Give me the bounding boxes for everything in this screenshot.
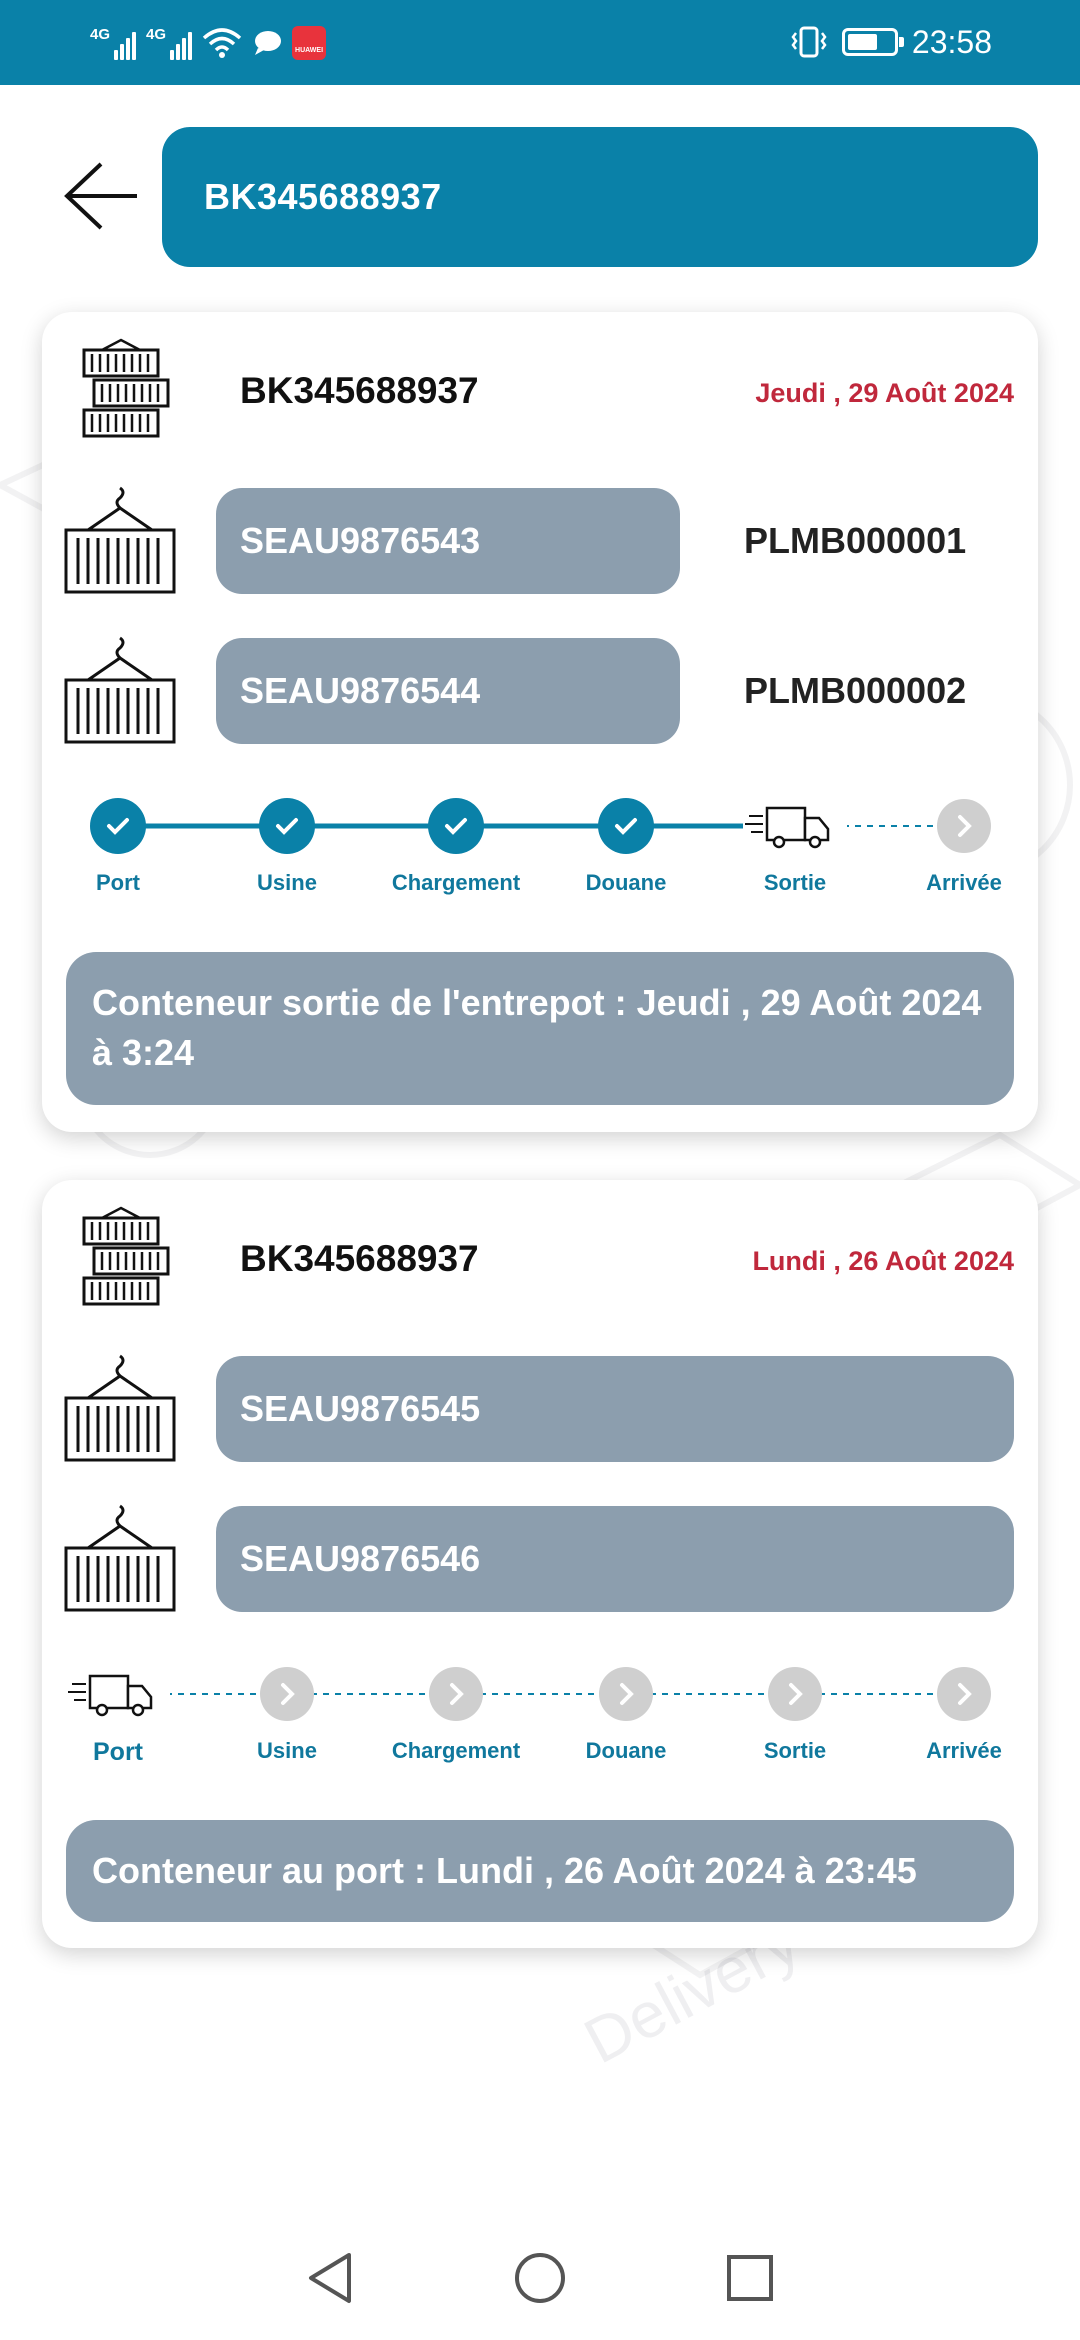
step-done-check-icon	[428, 798, 484, 854]
seal-number: PLMB000001	[744, 520, 967, 561]
step-label: Usine	[257, 1738, 317, 1763]
progress-track-graphic	[66, 1666, 991, 1722]
progress-tracker: Port Usine Chargement Douane Sortie Arrivée	[42, 1644, 1038, 1766]
status-text: Conteneur sortie de l'entrepot : Jeudi ,…	[92, 982, 982, 1074]
shipment-card[interactable]: BK345688937 Jeudi , 29 Août 2024 SEAU987…	[42, 312, 1038, 1132]
step-pending-chevron-icon	[937, 799, 991, 853]
container-number-pill: SEAU9876543	[216, 488, 680, 594]
home-circle-icon	[515, 2252, 565, 2303]
huawei-app-icon: HUAWEI	[292, 26, 327, 60]
step-label: Port	[96, 870, 140, 895]
booking-search-value: BK345688937	[204, 176, 442, 217]
shipment-date: Lundi , 26 Août 2024	[752, 1246, 1014, 1276]
progress-track-graphic	[90, 798, 991, 854]
status-left: 4G 4G HUAWEI	[90, 22, 327, 64]
step-label: Douane	[585, 1738, 667, 1763]
container-crane-icon	[64, 486, 176, 594]
status-text: Conteneur au port : Lundi , 26 Août 2024…	[92, 1850, 917, 1891]
shipment-date: Jeudi , 29 Août 2024	[755, 378, 1014, 408]
recents-square-icon	[727, 2254, 773, 2301]
container-number-pill: SEAU9876545	[216, 1356, 1014, 1462]
step-pending-chevron-icon	[599, 1667, 653, 1721]
arrow-left-icon	[64, 162, 137, 230]
step-label: Chargement	[391, 870, 521, 895]
step-pending-chevron-icon	[429, 1667, 483, 1721]
step-label: Sortie	[763, 870, 827, 895]
step-label: Douane	[585, 870, 667, 895]
step-label: Usine	[257, 870, 317, 895]
status-message: Conteneur au port : Lundi , 26 Août 2024…	[66, 1820, 1014, 1923]
nav-back-button[interactable]	[300, 2248, 360, 2308]
signal-sim2-icon: 4G	[146, 26, 193, 60]
container-crane-icon	[64, 636, 176, 744]
step-done-check-icon	[598, 798, 654, 854]
nav-home-button[interactable]	[510, 2248, 570, 2308]
back-triangle-icon	[309, 2252, 351, 2303]
wifi-icon	[202, 28, 242, 58]
step-label: Arrivée	[926, 870, 1002, 895]
sim1-label: 4G	[90, 26, 111, 43]
step-pending-chevron-icon	[937, 1667, 991, 1721]
battery-icon	[841, 28, 904, 56]
status-bar: 4G 4G HUAWEI 23:58	[0, 0, 1080, 85]
back-button[interactable]	[52, 148, 148, 244]
signal-sim1-icon: 4G	[90, 26, 137, 60]
container-number: SEAU9876546	[240, 1538, 481, 1579]
container-number: SEAU9876545	[240, 1388, 481, 1429]
container-number-pill: SEAU9876544	[216, 638, 680, 744]
step-label: Port	[93, 1738, 143, 1766]
booking-search-field[interactable]: BK345688937	[162, 127, 1038, 267]
chat-bubble-icon	[255, 31, 282, 55]
container-number: SEAU9876543	[240, 520, 481, 561]
system-nav-bar	[0, 2215, 1080, 2340]
sim2-label: 4G	[146, 26, 167, 43]
step-pending-chevron-icon	[260, 1667, 314, 1721]
seal-number: PLMB000002	[744, 670, 967, 711]
clock: 23:58	[911, 23, 992, 60]
container-stack-icon	[82, 338, 170, 438]
booking-number: BK345688937	[240, 1238, 479, 1279]
container-number-pill: SEAU9876546	[216, 1506, 1014, 1612]
vibrate-icon	[791, 26, 827, 58]
nav-recents-button[interactable]	[720, 2248, 780, 2308]
container-crane-icon	[64, 1504, 176, 1612]
step-pending-chevron-icon	[768, 1667, 822, 1721]
status-right: 23:58	[790, 20, 992, 64]
status-message: Conteneur sortie de l'entrepot : Jeudi ,…	[66, 952, 1014, 1105]
container-stack-icon	[82, 1206, 170, 1306]
shipment-card[interactable]: BK345688937 Lundi , 26 Août 2024 SEAU987…	[42, 1180, 1038, 1948]
container-number: SEAU9876544	[240, 670, 481, 711]
container-crane-icon	[64, 1354, 176, 1462]
step-done-check-icon	[259, 798, 315, 854]
step-label: Chargement	[391, 1738, 521, 1763]
step-done-check-icon	[90, 798, 146, 854]
booking-number: BK345688937	[240, 370, 479, 411]
step-label: Arrivée	[926, 1738, 1002, 1763]
step-label: Sortie	[763, 1738, 827, 1763]
progress-tracker: Port Usine Chargement Douane Sortie Arrivée	[42, 776, 1038, 896]
